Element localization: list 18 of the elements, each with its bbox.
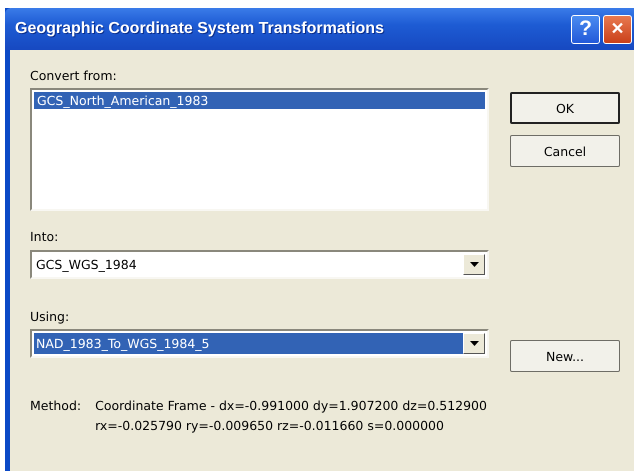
convert-from-label: Convert from: [30,68,118,83]
help-button[interactable]: ? [571,14,600,44]
method-text: Coordinate Frame - dx=-0.991000 dy=1.907200 dz=0.512900 [95,397,487,414]
ok-button[interactable]: OK [510,92,620,124]
method-label: Method: [30,397,82,415]
dropdown-value: NAD_1983_To_WGS_1984_5 [34,333,463,354]
convert-from-list[interactable]: GCS_North_American_1983 [30,88,489,211]
window-title: Geographic Coordinate System Transformations [15,20,385,38]
new-button[interactable]: New... [510,340,620,372]
close-button[interactable]: × [603,14,632,44]
list-item[interactable]: GCS_North_American_1983 [34,92,485,109]
using-label: Using: [30,309,70,324]
into-dropdown[interactable]: GCS_WGS_1984 [30,250,489,279]
using-dropdown[interactable]: NAD_1983_To_WGS_1984_5 [30,329,489,358]
cancel-button[interactable]: Cancel [510,135,620,167]
into-label: Into: [30,229,60,244]
method-text: rx=-0.025790 ry=-0.009650 rz=-0.011660 s=0.000000 [95,417,445,434]
dropdown-value: GCS_WGS_1984 [35,256,138,274]
